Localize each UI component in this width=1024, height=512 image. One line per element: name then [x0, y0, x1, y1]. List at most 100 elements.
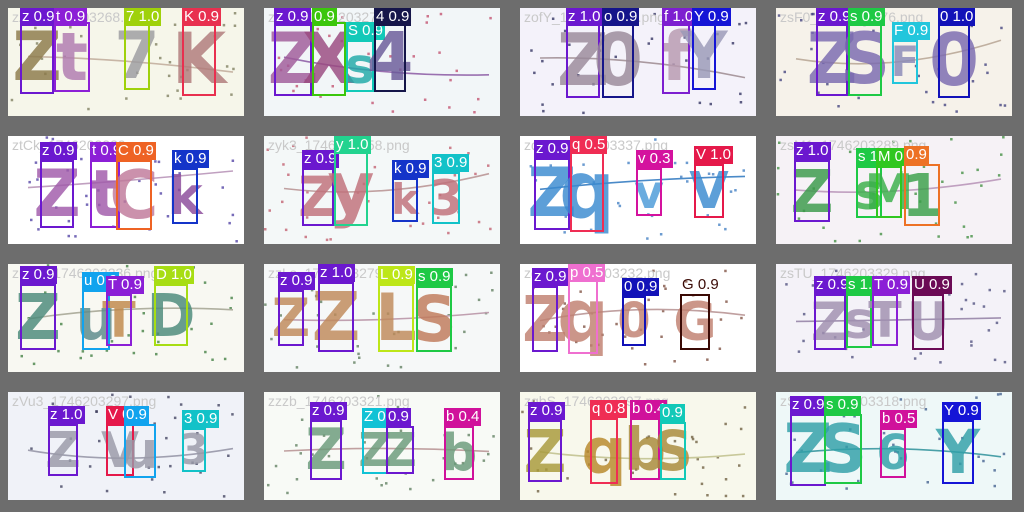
noise-dot: [541, 103, 544, 106]
captcha-tile: zVu3_1746203297.pngZz 1.0VV 0.4u0.933 0.…: [0, 384, 252, 508]
noise-dot: [724, 227, 727, 231]
noise-dot: [943, 103, 947, 107]
detection-label: 0 0.9: [622, 278, 660, 296]
captcha-image: zofY_1746203327.pngZz 1.00o 0.9ff 1.0YY …: [520, 8, 756, 116]
bounding-box: [334, 150, 368, 226]
noise-dot: [797, 350, 801, 353]
noise-dot: [60, 485, 63, 488]
noise-dot: [536, 490, 540, 493]
noise-dot: [409, 224, 412, 228]
noise-dot: [228, 221, 231, 225]
detection-label: q 0.5: [570, 136, 608, 154]
bounding-box: [532, 286, 558, 352]
noise-dot: [997, 174, 1001, 177]
noise-dot: [695, 440, 698, 444]
detection-label: 0 1.0: [938, 8, 976, 26]
noise-dot: [709, 102, 712, 106]
noise-dot: [739, 92, 742, 96]
noise-dot: [163, 491, 166, 494]
bounding-box: [386, 426, 414, 474]
bounding-box: [310, 420, 342, 480]
noise-dot: [423, 98, 427, 101]
noise-dot: [663, 284, 666, 288]
noise-dot: [1000, 26, 1003, 30]
detection-label: b 0.4: [444, 408, 482, 426]
noise-dot: [211, 358, 214, 361]
noise-dot: [970, 235, 973, 238]
detection-label: s 0.9: [824, 396, 861, 414]
noise-dot: [304, 235, 307, 239]
noise-dot: [489, 16, 492, 20]
noise-dot: [729, 190, 733, 193]
noise-dot: [233, 12, 237, 15]
captcha-image: zsTU_1746203329.png Zz 0.9 s s 1.0 T T 0.9 U U …: [776, 264, 1012, 372]
noise-dot: [974, 272, 978, 276]
noise-dot: [993, 358, 997, 362]
bounding-box: [392, 178, 418, 222]
noise-dot: [996, 393, 1000, 396]
bounding-box: [124, 22, 150, 90]
noise-dot: [742, 169, 745, 172]
noise-dot: [582, 111, 585, 115]
noise-dot: [264, 228, 267, 231]
captcha-tile: zq0G_1746203232.pngZz 0.9qp 0.500 0.9GG …: [512, 256, 764, 380]
bounding-box: [904, 164, 940, 226]
noise-dot: [982, 305, 986, 308]
captcha-tile: zqbS_1746203297.pngZz 0.9qq 0.8bb 0.4S0.…: [512, 384, 764, 508]
noise-dot: [617, 201, 620, 205]
detection-label: F 0.9: [892, 22, 931, 40]
captcha-tile: zqvV_1746203337.pngZz 0.9qq 0.5vv 0.3VV …: [512, 128, 764, 252]
noise-dot: [926, 481, 929, 484]
noise-dot: [204, 350, 207, 354]
captcha-image: zVu3_1746203297.pngZz 1.0VV 0.4u0.933 0.…: [8, 392, 244, 500]
noise-dot: [464, 273, 468, 277]
noise-dot: [741, 494, 745, 498]
noise-dot: [984, 63, 987, 66]
noise-dot: [449, 78, 452, 82]
noise-dot: [950, 138, 953, 141]
detection-label: v 0.3: [636, 150, 673, 168]
noise-dot: [724, 494, 728, 498]
bounding-box: [824, 414, 862, 484]
noise-dot: [776, 193, 780, 196]
noise-dot: [541, 59, 544, 63]
detection-label: z 1.0: [48, 406, 85, 424]
captcha-image: zyk3_1746203258.pngZz 0.9yy 1.0kk 0.933 …: [264, 136, 500, 244]
noise-dot: [785, 283, 788, 286]
noise-dot: [999, 103, 1002, 107]
noise-dot: [1003, 104, 1007, 107]
captcha-tile: ztCk_1746203289.png Zz 0.9 t t 0.9 C C 0.9 k k …: [0, 128, 252, 252]
noise-dot: [802, 312, 806, 316]
captcha-tile: zofY_1746203327.pngZz 1.00o 0.9ff 1.0YY …: [512, 0, 764, 124]
noise-dot: [282, 163, 285, 166]
noise-dot: [447, 231, 450, 235]
bounding-box: [172, 168, 198, 224]
bounding-box: [622, 296, 646, 346]
noise-dot: [706, 494, 709, 497]
bounding-box: [154, 284, 188, 346]
noise-dot: [718, 347, 722, 350]
noise-dot: [295, 366, 299, 369]
noise-dot: [845, 487, 848, 490]
noise-dot: [724, 422, 727, 426]
noise-dot: [233, 24, 237, 27]
detection-label: z 0.9: [278, 272, 315, 290]
noise-dot: [960, 282, 964, 286]
noise-dot: [975, 396, 978, 399]
noise-dot: [724, 478, 728, 481]
bounding-box: [416, 286, 452, 352]
bounding-box: [528, 420, 562, 482]
noise-dot: [325, 238, 329, 242]
bounding-box: [680, 294, 710, 350]
noise-dot: [964, 298, 968, 302]
noise-dot: [473, 111, 476, 114]
noise-dot: [85, 194, 88, 198]
noise-dot: [210, 322, 213, 325]
captcha-tile: zsF0_1746203276.pngZz 0.9Ss 0.9FF 0.900 …: [768, 0, 1020, 124]
noise-dot: [230, 296, 233, 300]
noise-dot: [698, 101, 702, 105]
bounding-box: [912, 294, 944, 350]
noise-dot: [463, 330, 466, 334]
bounding-box: [872, 294, 898, 346]
noise-dot: [431, 478, 435, 482]
